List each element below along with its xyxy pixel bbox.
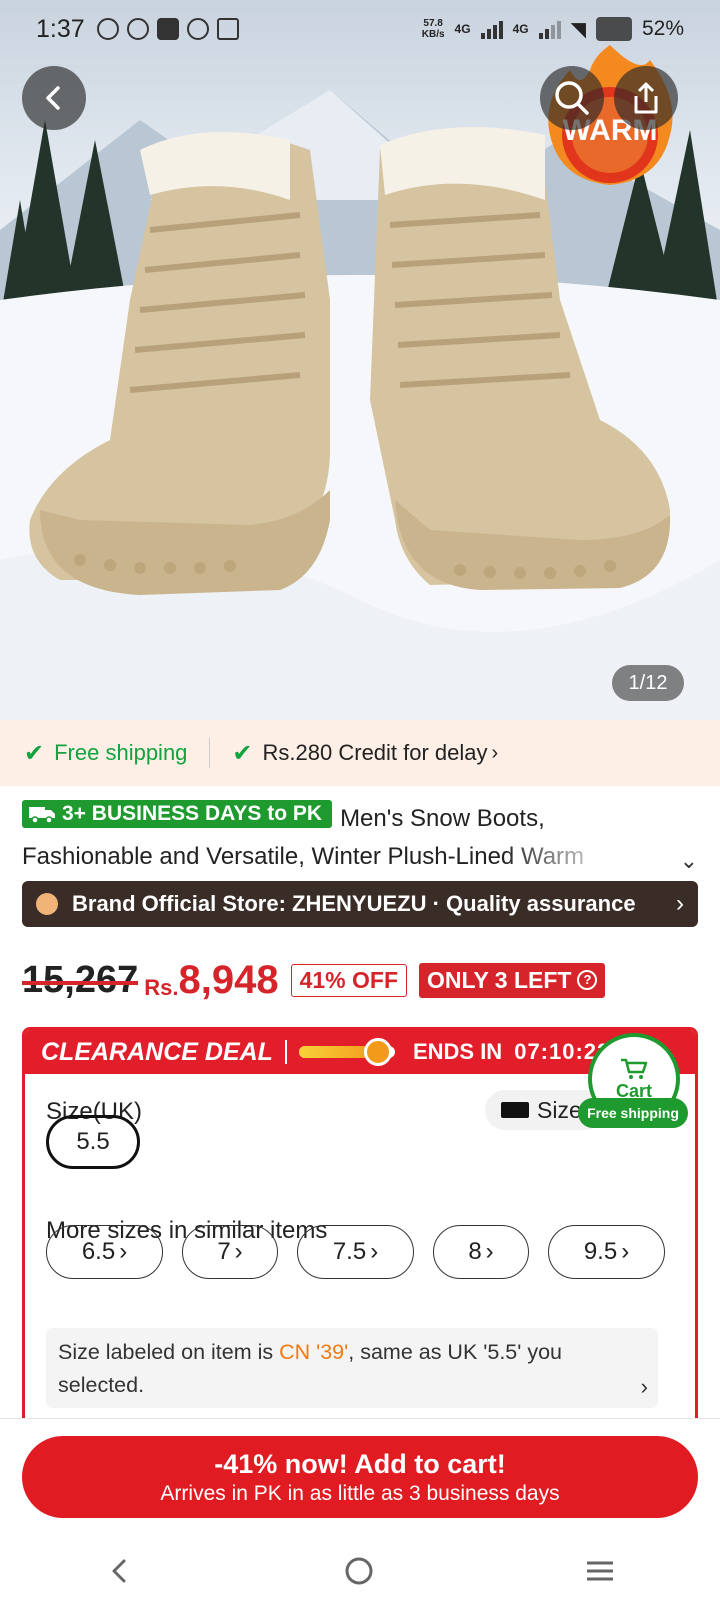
chevron-right-icon: › xyxy=(234,1238,243,1265)
deal-progress-bar xyxy=(298,1038,395,1066)
similar-size-option[interactable]: 6.5 › xyxy=(46,1225,163,1279)
size-info-box[interactable]: Size labeled on item is CN '39', same as… xyxy=(46,1328,658,1408)
status-time: 1:37 xyxy=(36,14,85,43)
free-shipping-label: Free shipping xyxy=(54,740,188,765)
net-type-1: 4G xyxy=(454,22,471,36)
nav-back-icon[interactable] xyxy=(104,1556,134,1586)
share-icon xyxy=(634,82,658,114)
chevron-right-icon: › xyxy=(119,1238,128,1265)
help-icon: ? xyxy=(577,970,598,990)
notification-icons xyxy=(96,18,239,40)
discount-badge: 41% OFF xyxy=(290,963,408,997)
search-icon xyxy=(555,81,589,115)
chevron-right-icon: › xyxy=(676,890,684,917)
divider xyxy=(209,738,211,768)
brand-store-bar[interactable]: Brand Official Store: ZHENYUEZU · Qualit… xyxy=(22,881,698,927)
divider xyxy=(284,1040,287,1064)
add-to-cart-button[interactable]: -41% now! Add to cart! Arrives in PK in … xyxy=(22,1436,698,1518)
ends-in-label: ENDS IN xyxy=(412,1039,503,1064)
battery-icon xyxy=(595,17,632,41)
similar-size-option[interactable]: 7.5 › xyxy=(297,1225,414,1279)
price-row: 15,267 Rs. 8,948 41% OFF ONLY 3 LEFT ? xyxy=(22,955,606,1005)
cn-size: CN '39' xyxy=(279,1340,349,1364)
chevron-right-icon: › xyxy=(370,1238,379,1265)
wifi-icon: ◥ xyxy=(570,18,586,41)
truck-icon xyxy=(29,807,55,824)
whatsapp-icon xyxy=(96,18,119,40)
chevron-right-icon: › xyxy=(485,1238,494,1265)
product-title[interactable]: 3+ BUSINESS DAYS to PK Men's Snow Boots,… xyxy=(22,800,698,876)
cart-free-shipping-pill: Free shipping xyxy=(578,1098,688,1128)
shipping-banner[interactable]: ✔ Free shipping ✔ Rs.280 Credit for dela… xyxy=(0,720,720,786)
similar-size-option[interactable]: 9.5 › xyxy=(548,1225,665,1279)
v-app-icon xyxy=(156,18,179,40)
system-nav-bar xyxy=(0,1530,720,1612)
back-button[interactable] xyxy=(22,66,86,130)
product-title-line2: Fashionable and Versatile, Winter Plush-… xyxy=(22,843,585,870)
net-speed: 57.8 KB/s xyxy=(421,18,445,40)
signal-icon xyxy=(480,19,503,39)
delay-credit-label: Rs.280 Credit for delay xyxy=(262,740,488,765)
chevron-right-icon: › xyxy=(621,1238,630,1265)
cart-icon xyxy=(621,1058,648,1079)
similar-size-option[interactable]: 8 › xyxy=(433,1225,529,1279)
delivery-badge: 3+ BUSINESS DAYS to PK xyxy=(22,800,333,828)
net-type-2: 4G xyxy=(512,22,529,36)
nav-home-icon[interactable] xyxy=(343,1555,375,1587)
original-price: 15,267 xyxy=(22,958,139,1001)
clock-icon xyxy=(363,1038,392,1066)
add-to-cart-label: -41% now! Add to cart! xyxy=(214,1448,506,1479)
chevron-right-icon: › xyxy=(491,741,499,764)
verified-badge-icon xyxy=(36,893,58,915)
deal-title: CLEARANCE DEAL xyxy=(41,1037,273,1066)
delivery-estimate: Arrives in PK in as little as 3 business… xyxy=(160,1481,560,1505)
chevron-down-icon[interactable]: ⌄ xyxy=(680,842,698,880)
signal-icon-2 xyxy=(538,19,561,39)
status-bar: 1:37 57.8 KB/s 4G 4G ◥ 52% xyxy=(0,0,720,58)
currency-label: Rs. xyxy=(144,975,179,1000)
check-icon: ✔ xyxy=(232,739,253,767)
battery-percent: 52% xyxy=(641,17,684,40)
stock-badge[interactable]: ONLY 3 LEFT ? xyxy=(419,962,606,998)
whatsapp-business-icon xyxy=(186,18,209,40)
back-arrow-icon xyxy=(46,86,60,110)
bottom-action-bar: -41% now! Add to cart! Arrives in PK in … xyxy=(0,1418,720,1522)
ruler-icon xyxy=(501,1102,529,1118)
check-icon: ✔ xyxy=(24,739,45,767)
image-page-counter: 1/12 xyxy=(612,665,684,701)
product-title-line1: Men's Snow Boots, xyxy=(340,805,545,832)
facebook-icon xyxy=(126,18,149,40)
current-price: 8,948 xyxy=(178,957,279,1002)
gmail-icon xyxy=(216,18,239,40)
brand-store-text: Brand Official Store: ZHENYUEZU · Qualit… xyxy=(72,891,636,916)
nav-menu-icon[interactable] xyxy=(584,1556,616,1586)
search-button[interactable] xyxy=(540,66,604,130)
size-option-selected[interactable]: 5.5 xyxy=(46,1115,140,1169)
product-image-gallery[interactable]: WARM 1:37 57.8 KB/s 4G 4G ◥ 52% 1/12 xyxy=(0,0,720,720)
chevron-right-icon: › xyxy=(640,1374,648,1399)
similar-size-option[interactable]: 7 › xyxy=(182,1225,278,1279)
share-button[interactable] xyxy=(614,66,678,130)
